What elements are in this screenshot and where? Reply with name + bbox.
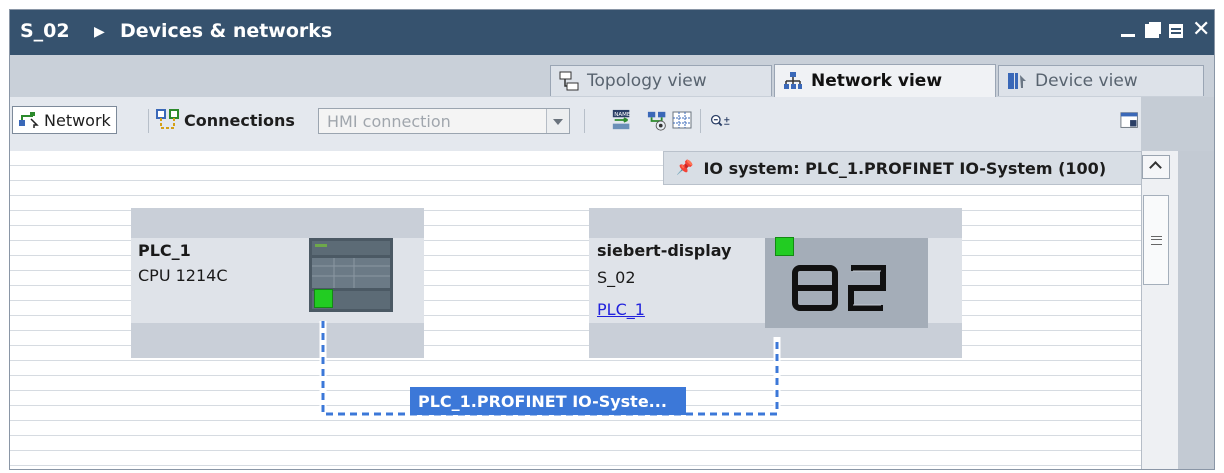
tab-network-view[interactable]: Network view bbox=[774, 64, 996, 97]
devices-networks-window: S_02 ▶ Devices & networks ✕ Topology vie… bbox=[9, 9, 1215, 470]
title-bar: S_02 ▶ Devices & networks ✕ bbox=[10, 10, 1214, 55]
minimize-icon[interactable] bbox=[1120, 22, 1136, 40]
grid-toggle-icon[interactable] bbox=[672, 110, 694, 132]
zoom-icon[interactable] bbox=[710, 110, 732, 132]
network-icon bbox=[784, 72, 802, 89]
connections-icon bbox=[156, 109, 179, 129]
network-toolbar: Network Connections HMI connection NAME bbox=[10, 97, 1214, 151]
profinet-connection-line[interactable] bbox=[10, 151, 1141, 470]
side-panel-strip bbox=[1178, 151, 1214, 469]
network-label: Network bbox=[44, 110, 111, 130]
assign-name-icon[interactable]: NAME bbox=[611, 109, 633, 131]
svg-text:NAME: NAME bbox=[614, 112, 631, 118]
network-mode-icon bbox=[19, 112, 39, 128]
tab-topology-view[interactable]: Topology view bbox=[550, 65, 772, 96]
grip-icon bbox=[1151, 236, 1162, 245]
connections-button[interactable]: Connections bbox=[156, 106, 295, 134]
vertical-scrollbar[interactable] bbox=[1141, 97, 1214, 469]
show-addresses-icon[interactable] bbox=[647, 110, 669, 132]
scroll-up-icon[interactable] bbox=[1142, 155, 1170, 179]
toolbar-divider bbox=[700, 109, 701, 133]
tab-label: Device view bbox=[1035, 71, 1138, 91]
profinet-network-label[interactable]: PLC_1.PROFINET IO-Syste... bbox=[410, 387, 686, 415]
chevron-down-icon[interactable] bbox=[546, 109, 569, 133]
connection-type-value: HMI connection bbox=[327, 112, 451, 131]
connection-type-select[interactable]: HMI connection bbox=[318, 108, 570, 134]
scroll-thumb[interactable] bbox=[1143, 195, 1169, 285]
network-mode-button[interactable]: Network bbox=[12, 106, 117, 134]
topology-icon bbox=[559, 71, 579, 91]
connections-label: Connections bbox=[184, 110, 295, 130]
project-title: S_02 bbox=[20, 20, 70, 42]
tab-device-view[interactable]: Device view bbox=[998, 65, 1204, 96]
window-controls: ✕ bbox=[1120, 19, 1210, 41]
toolbar-divider bbox=[148, 109, 149, 133]
maximize-icon[interactable] bbox=[1168, 22, 1184, 40]
tab-label: Network view bbox=[811, 71, 943, 91]
close-icon[interactable]: ✕ bbox=[1192, 19, 1210, 41]
restore-icon[interactable] bbox=[1144, 22, 1161, 40]
network-canvas[interactable]: 📌 IO system: PLC_1.PROFINET IO-System (1… bbox=[10, 151, 1142, 470]
toolbar-divider bbox=[584, 109, 585, 133]
tab-label: Topology view bbox=[587, 71, 707, 91]
page-title: Devices & networks bbox=[120, 20, 333, 42]
device-icon bbox=[1008, 73, 1026, 89]
view-tabs: Topology view Network view Device view bbox=[10, 55, 1214, 98]
breadcrumb-arrow-icon: ▶ bbox=[94, 24, 105, 40]
overview-navigation-icon[interactable] bbox=[1120, 110, 1142, 132]
